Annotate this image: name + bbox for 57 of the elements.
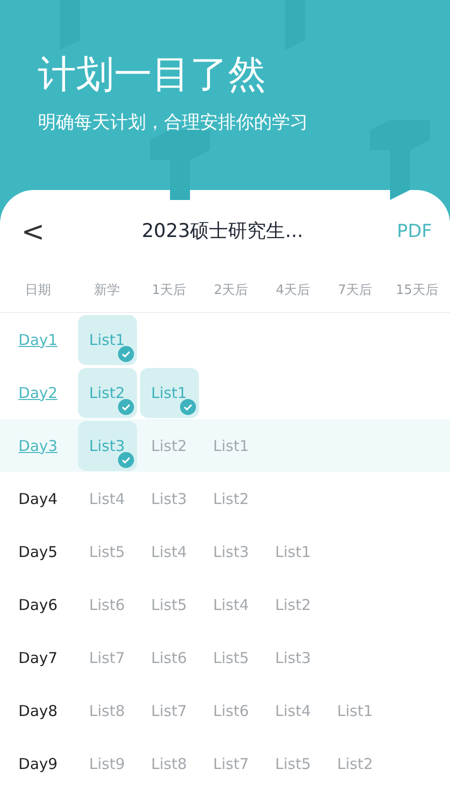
check-icon bbox=[118, 452, 134, 468]
table-row[interactable]: Day3 List3 List2 List1 bbox=[0, 419, 450, 472]
list-cell[interactable]: List7 bbox=[202, 738, 260, 788]
column-header: 4天后 bbox=[274, 282, 312, 299]
list-cell[interactable]: List6 bbox=[78, 580, 136, 630]
hero-subtitle: 明确每天计划，合理安排你的学习 bbox=[38, 111, 309, 134]
day-link[interactable]: Day8 bbox=[18, 702, 58, 720]
list-cell[interactable]: List7 bbox=[78, 632, 136, 682]
list-cell[interactable]: List1 bbox=[78, 314, 136, 364]
list-cell[interactable]: List2 bbox=[264, 580, 322, 630]
list-cell[interactable]: List4 bbox=[264, 686, 322, 736]
list-cell[interactable]: List3 bbox=[202, 526, 260, 576]
list-cell[interactable]: List4 bbox=[78, 474, 136, 524]
list-cell[interactable]: List5 bbox=[78, 526, 136, 576]
list-cell[interactable]: List8 bbox=[140, 738, 198, 788]
check-icon bbox=[118, 398, 134, 414]
column-header: 日期 bbox=[24, 282, 52, 299]
day-link[interactable]: Day5 bbox=[18, 542, 58, 560]
hero-title: 计划一目了然 bbox=[38, 52, 267, 96]
list-cell[interactable]: List4 bbox=[202, 580, 260, 630]
back-button[interactable]: < bbox=[18, 214, 48, 248]
list-cell[interactable]: List5 bbox=[264, 738, 322, 788]
plan-title: 2023硕士研究生... bbox=[140, 219, 304, 244]
list-cell[interactable]: List2 bbox=[202, 474, 260, 524]
list-cell[interactable]: List1 bbox=[202, 420, 260, 470]
day-link[interactable]: Day3 bbox=[18, 436, 58, 454]
list-cell[interactable]: List1 bbox=[326, 686, 384, 736]
list-cell[interactable]: List6 bbox=[202, 686, 260, 736]
day-link[interactable]: Day4 bbox=[18, 490, 58, 508]
list-cell[interactable]: List8 bbox=[78, 686, 136, 736]
list-cell[interactable]: List3 bbox=[78, 420, 136, 470]
day-link[interactable]: Day1 bbox=[18, 330, 58, 348]
list-cell[interactable]: List3 bbox=[264, 632, 322, 682]
list-cell[interactable]: List3 bbox=[140, 474, 198, 524]
list-cell[interactable]: List5 bbox=[202, 632, 260, 682]
list-cell[interactable]: List1 bbox=[140, 368, 198, 418]
column-header: 新学 bbox=[93, 282, 121, 299]
list-cell[interactable]: List5 bbox=[140, 580, 198, 630]
list-cell[interactable]: List1 bbox=[264, 526, 322, 576]
list-cell[interactable]: List7 bbox=[140, 686, 198, 736]
list-cell[interactable]: List2 bbox=[78, 368, 136, 418]
day-link[interactable]: Day6 bbox=[18, 596, 58, 614]
column-header: 7天后 bbox=[336, 282, 374, 299]
list-cell[interactable]: List9 bbox=[78, 738, 136, 788]
pdf-button[interactable]: PDF bbox=[396, 220, 432, 242]
check-icon bbox=[118, 346, 134, 362]
check-icon bbox=[180, 398, 196, 414]
list-cell[interactable]: List6 bbox=[140, 632, 198, 682]
day-link[interactable]: Day2 bbox=[18, 384, 58, 402]
day-link[interactable]: Day9 bbox=[18, 754, 58, 772]
day-link[interactable]: Day7 bbox=[18, 648, 58, 666]
column-header: 2天后 bbox=[212, 282, 250, 299]
column-header: 15天后 bbox=[394, 282, 440, 299]
list-cell[interactable]: List4 bbox=[140, 526, 198, 576]
list-cell[interactable]: List2 bbox=[140, 420, 198, 470]
column-header: 1天后 bbox=[150, 282, 188, 299]
list-cell[interactable]: List2 bbox=[326, 738, 384, 788]
